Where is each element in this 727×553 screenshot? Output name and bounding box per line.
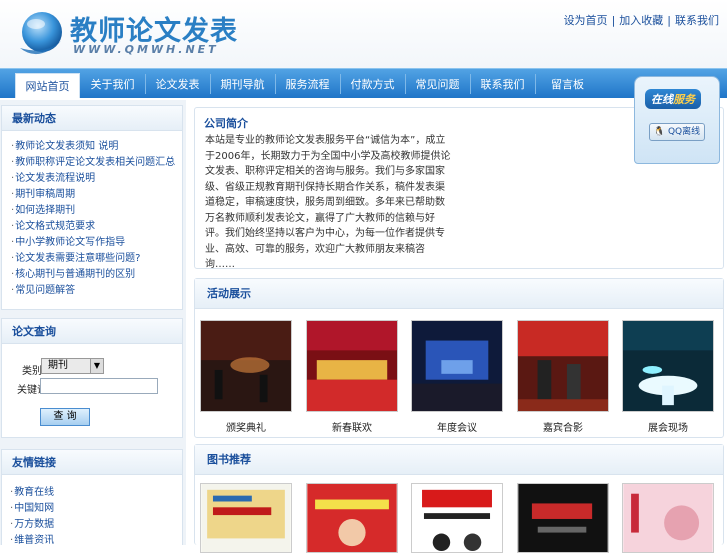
book-cover[interactable] <box>622 483 714 553</box>
contact-link[interactable]: 联系我们 <box>675 14 719 27</box>
nav-item-payment[interactable]: 付款方式 <box>340 72 405 97</box>
gallery-panel-title: 活动展示 <box>195 279 723 309</box>
friend-link[interactable]: 教育在线 <box>10 485 182 501</box>
set-homepage-link[interactable]: 设为首页 <box>564 14 608 27</box>
event-photo[interactable] <box>622 320 714 412</box>
book-cover[interactable] <box>200 483 292 553</box>
gallery-item[interactable]: 年度会议 <box>411 320 503 434</box>
qq-status-label: QQ离线 <box>667 127 701 137</box>
penguin-icon: 🐧 <box>653 127 666 137</box>
gallery-caption: 颁奖典礼 <box>226 423 266 434</box>
news-item[interactable]: 期刊审稿周期 <box>11 187 182 203</box>
links-panel: 友情链接 教育在线 中国知网 万方数据 维普资讯 <box>1 449 183 546</box>
service-title-online: 在线 <box>651 93 673 106</box>
book-cover[interactable] <box>306 483 398 553</box>
search-button[interactable]: 查 询 <box>40 408 90 426</box>
gallery-caption: 展会现场 <box>648 423 688 434</box>
chevron-down-icon[interactable]: ▼ <box>90 359 103 373</box>
news-panel-title: 最新动态 <box>2 106 182 131</box>
news-item[interactable]: 如何选择期刊 <box>11 203 182 219</box>
news-item[interactable]: 常见问题解答 <box>11 283 182 299</box>
top-links: 设为首页 | 加入收藏 | 联系我们 <box>563 14 719 27</box>
book-cover[interactable] <box>411 483 503 553</box>
news-item[interactable]: 核心期刊与普通期刊的区别 <box>11 267 182 283</box>
site-subtitle: WWW.QMWH.NET <box>73 43 219 56</box>
friend-link[interactable]: 维普资讯 <box>10 533 182 549</box>
service-title-service: 服务 <box>673 93 695 106</box>
nav-item-journals[interactable]: 期刊导航 <box>210 72 275 97</box>
event-photo[interactable] <box>200 320 292 412</box>
links-list: 教育在线 中国知网 万方数据 维普资讯 <box>2 475 182 549</box>
add-favorite-link[interactable]: 加入收藏 <box>619 14 663 27</box>
friend-link[interactable]: 万方数据 <box>10 517 182 533</box>
news-panel: 最新动态 教师论文发表须知 说明 教师职称评定论文发表相关问题汇总 论文发表流程… <box>1 105 183 310</box>
gallery-item[interactable]: 颁奖典礼 <box>200 320 292 434</box>
news-list: 教师论文发表须知 说明 教师职称评定论文发表相关问题汇总 论文发表流程说明 期刊… <box>2 131 182 299</box>
event-photo[interactable] <box>411 320 503 412</box>
gallery-caption: 嘉宾合影 <box>543 423 583 434</box>
search-type-label: 类别 <box>22 366 42 377</box>
event-photo[interactable] <box>517 320 609 412</box>
main-nav: 网站首页 关于我们 论文发表 期刊导航 服务流程 付款方式 常见问题 联系我们 … <box>0 68 727 98</box>
nav-item-guestbook[interactable]: 留言板 <box>535 72 600 97</box>
friend-link[interactable]: 中国知网 <box>10 501 182 517</box>
gallery-caption: 新春联欢 <box>332 423 372 434</box>
globe-logo-icon <box>20 12 64 55</box>
online-service-widget: 在线服务 🐧 QQ离线 <box>634 76 720 164</box>
gallery-item[interactable]: 嘉宾合影 <box>517 320 609 434</box>
search-panel-title: 论文查询 <box>2 319 182 344</box>
nav-item-contact[interactable]: 联系我们 <box>470 72 535 97</box>
search-keyword-input[interactable] <box>40 378 158 394</box>
books-panel-title: 图书推荐 <box>195 445 723 475</box>
gallery-item[interactable]: 展会现场 <box>622 320 714 434</box>
news-item[interactable]: 教师论文发表须知 说明 <box>11 139 182 155</box>
search-type-select[interactable]: 期刊 ▼ <box>41 358 104 374</box>
news-item[interactable]: 教师职称评定论文发表相关问题汇总 <box>11 155 182 171</box>
nav-item-process[interactable]: 服务流程 <box>275 72 340 97</box>
site-header: 教师论文发表 WWW.QMWH.NET 设为首页 | 加入收藏 | 联系我们 <box>0 0 727 68</box>
search-panel: 论文查询 类别 期刊 ▼ 关键词 查 询 <box>1 318 183 438</box>
intro-text: 本站是专业的教师论文发表服务平台“诚信为本”，成立于2006年，长期致力于为全国… <box>205 135 451 270</box>
search-type-value: 期刊 <box>48 360 68 371</box>
links-panel-title: 友情链接 <box>2 450 182 475</box>
news-item[interactable]: 论文发表需要注意哪些问题? <box>11 251 182 267</box>
news-item[interactable]: 中小学教师论文写作指导 <box>11 235 182 251</box>
book-cover[interactable] <box>517 483 609 553</box>
qq-contact-button[interactable]: 🐧 QQ离线 <box>649 123 705 141</box>
news-item[interactable]: 论文格式规范要求 <box>11 219 182 235</box>
nav-item-home[interactable]: 网站首页 <box>15 73 80 98</box>
nav-item-publish[interactable]: 论文发表 <box>145 72 210 97</box>
nav-item-about[interactable]: 关于我们 <box>80 72 145 97</box>
gallery-item[interactable]: 新春联欢 <box>306 320 398 434</box>
nav-item-faq[interactable]: 常见问题 <box>405 72 470 97</box>
event-photo[interactable] <box>306 320 398 412</box>
gallery-caption: 年度会议 <box>437 423 477 434</box>
news-item[interactable]: 论文发表流程说明 <box>11 171 182 187</box>
service-title: 在线服务 <box>645 89 701 109</box>
